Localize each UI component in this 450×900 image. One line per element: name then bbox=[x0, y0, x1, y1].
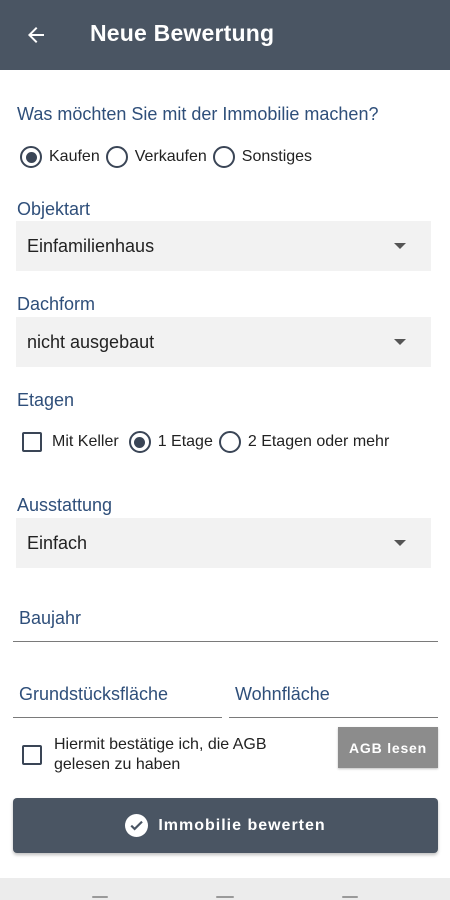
nav-home-icon[interactable] bbox=[216, 896, 234, 898]
intent-question: Was möchten Sie mit der Immobilie machen… bbox=[17, 104, 379, 124]
intent-radio-group: Kaufen Verkaufen Sonstiges bbox=[20, 146, 318, 168]
back-button[interactable] bbox=[18, 18, 54, 52]
check-circle-icon bbox=[125, 814, 149, 837]
ausstattung-label: Ausstattung bbox=[17, 495, 113, 515]
checkbox-keller[interactable]: Mit Keller bbox=[22, 432, 119, 452]
radio-kaufen[interactable]: Kaufen bbox=[20, 146, 100, 168]
radio-circle bbox=[20, 146, 42, 168]
agb-checkbox[interactable] bbox=[22, 745, 42, 765]
agb-text: Hiermit bestätige ich, die AGB gelesen z… bbox=[54, 736, 267, 773]
radio-label: 1 Etage bbox=[157, 433, 213, 450]
wohnflaeche-input[interactable]: Wohnfläche bbox=[229, 673, 438, 718]
dropdown-arrow-icon bbox=[394, 339, 406, 345]
ausstattung-select[interactable]: Einfach bbox=[16, 518, 431, 568]
objektart-value: Einfamilienhaus bbox=[27, 235, 155, 256]
objektart-label: Objektart bbox=[17, 199, 91, 219]
baujahr-input[interactable]: Baujahr bbox=[13, 597, 438, 642]
nav-recents-icon[interactable] bbox=[92, 896, 108, 898]
radio-verkaufen[interactable]: Verkaufen bbox=[105, 146, 207, 168]
arrow-left-icon bbox=[28, 27, 44, 43]
checkbox-label: Mit Keller bbox=[52, 433, 119, 450]
agb-lesen-button[interactable]: AGB lesen bbox=[338, 727, 438, 768]
radio-label: Sonstiges bbox=[241, 148, 313, 165]
app-bar: Neue Bewertung bbox=[0, 0, 450, 70]
radio-circle bbox=[105, 146, 128, 168]
dropdown-arrow-icon bbox=[394, 243, 406, 249]
radio-circle bbox=[212, 146, 235, 168]
submit-label: Immobilie bewerten bbox=[158, 816, 326, 834]
objektart-select[interactable]: Einfamilienhaus bbox=[16, 221, 431, 271]
checkbox-box bbox=[22, 432, 42, 452]
agb-checkbox-row[interactable]: Hiermit bestätige ich, die AGB gelesen z… bbox=[22, 735, 304, 775]
radio-label: Kaufen bbox=[49, 148, 100, 165]
page-title: Neue Bewertung bbox=[90, 20, 275, 46]
wohnflaeche-placeholder: Wohnfläche bbox=[235, 684, 330, 704]
grundstuecksflaeche-input[interactable]: Grundstücksfläche bbox=[13, 673, 222, 718]
radio-circle bbox=[218, 431, 241, 453]
nav-back-icon[interactable] bbox=[342, 896, 358, 898]
radio-label: Verkaufen bbox=[134, 148, 207, 165]
immobilie-bewerten-button[interactable]: Immobilie bewerten bbox=[13, 798, 438, 853]
ausstattung-value: Einfach bbox=[27, 532, 88, 553]
dachform-label: Dachform bbox=[17, 294, 96, 314]
dropdown-arrow-icon bbox=[394, 540, 406, 546]
dachform-select[interactable]: nicht ausgebaut bbox=[16, 317, 431, 367]
grundstuecksflaeche-placeholder: Grundstücksfläche bbox=[19, 684, 169, 704]
radio-label: 2 Etagen oder mehr bbox=[247, 433, 390, 450]
baujahr-placeholder: Baujahr bbox=[19, 608, 82, 628]
radio-1-etage[interactable]: 1 Etage bbox=[128, 431, 213, 453]
dachform-value: nicht ausgebaut bbox=[27, 331, 155, 352]
radio-2-etagen[interactable]: 2 Etagen oder mehr bbox=[218, 431, 390, 453]
etagen-label: Etagen bbox=[17, 390, 75, 410]
etagen-group: Mit Keller 1 Etage 2 Etagen oder mehr bbox=[22, 431, 395, 453]
radio-sonstiges[interactable]: Sonstiges bbox=[212, 146, 313, 168]
radio-circle bbox=[128, 431, 151, 453]
